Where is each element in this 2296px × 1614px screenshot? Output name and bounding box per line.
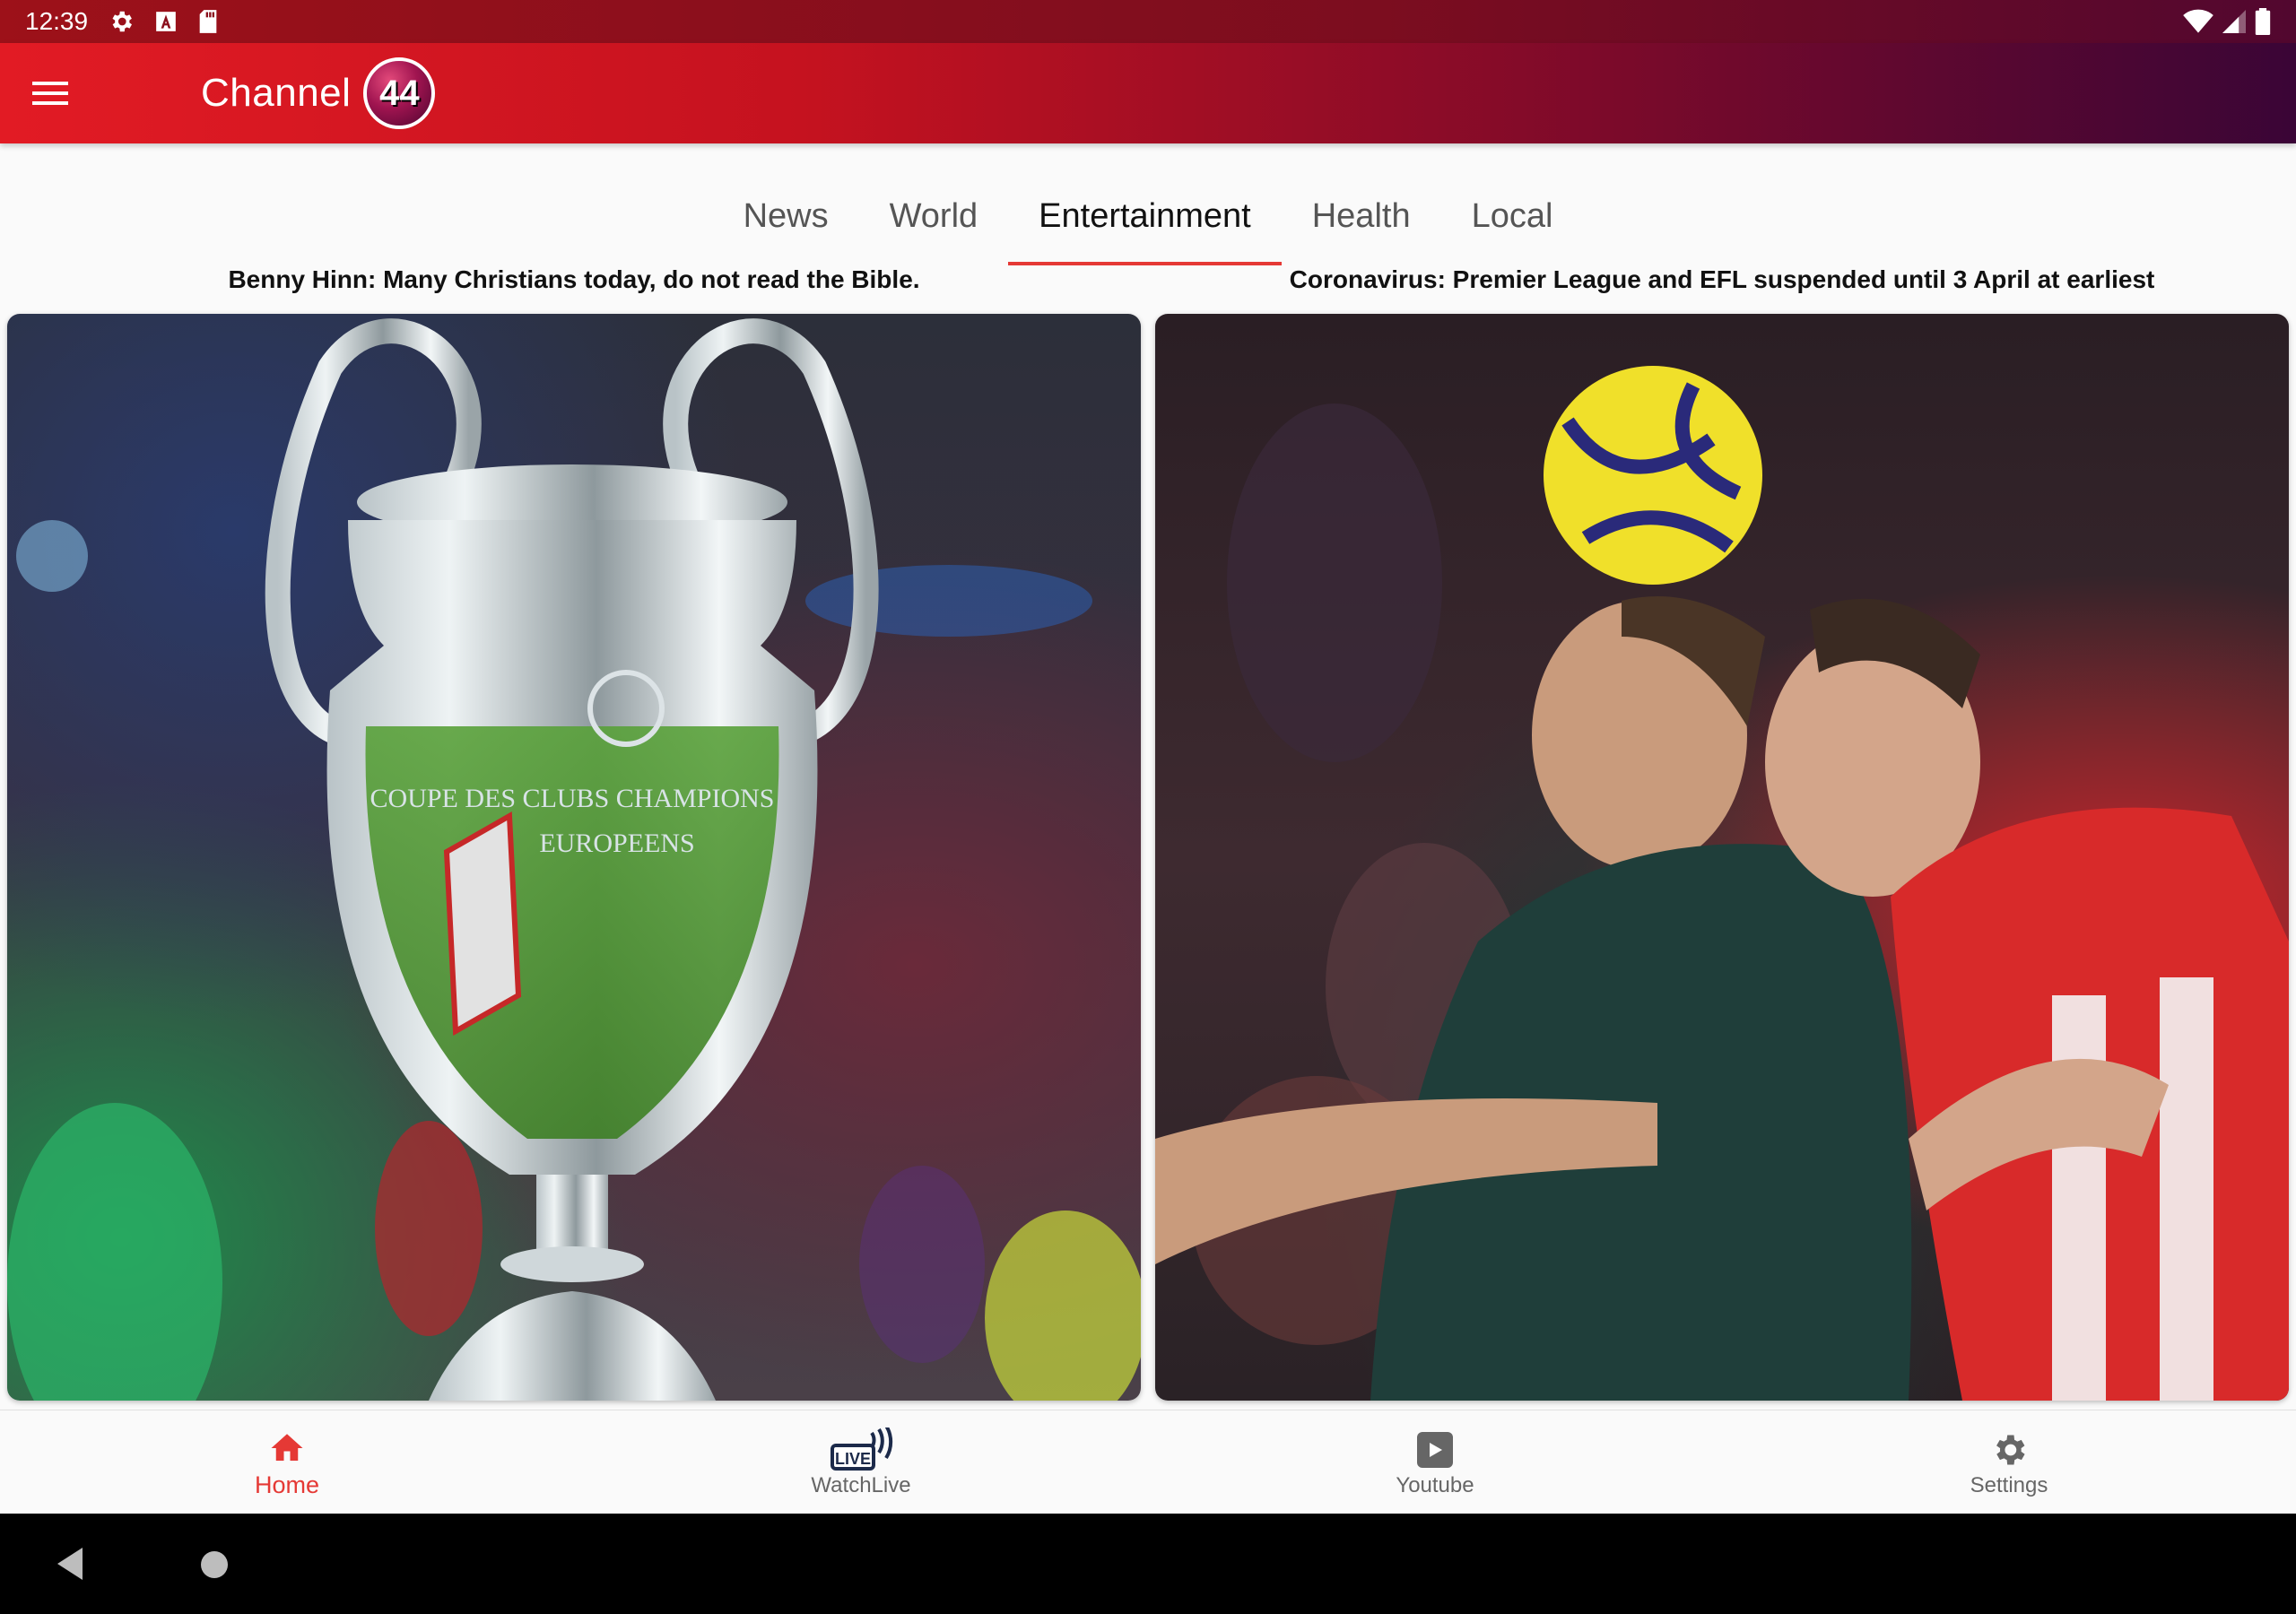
article-card-trophy[interactable]: COUPE DES CLUBS CHAMPIONS EUROPEENS xyxy=(7,314,1141,1401)
tab-world[interactable]: World xyxy=(859,179,1009,265)
bottom-navigation: Home LIVE WatchLive Youtube Settings xyxy=(0,1410,2296,1514)
status-time: 12:39 xyxy=(25,7,89,35)
brand: Channel 44 xyxy=(201,57,436,129)
article-headline[interactable]: Coronavirus: Premier League and EFL susp… xyxy=(1155,265,2289,301)
app-bar: Channel 44 xyxy=(0,43,2296,143)
article-headline[interactable]: Benny Hinn: Many Christians today, do no… xyxy=(7,265,1141,301)
nav-watchlive[interactable]: LIVE WatchLive xyxy=(574,1410,1148,1514)
live-broadcast-icon: LIVE xyxy=(829,1427,893,1473)
hamburger-menu-icon xyxy=(32,82,68,105)
category-tabs: News World Entertainment Health Local xyxy=(0,179,2296,265)
tab-news[interactable]: News xyxy=(713,179,859,265)
tab-local[interactable]: Local xyxy=(1441,179,1584,265)
status-left: 12:39 xyxy=(25,7,219,36)
hamburger-menu-button[interactable] xyxy=(0,43,100,143)
nav-home[interactable]: Home xyxy=(0,1410,574,1514)
nav-label: Home xyxy=(254,1471,320,1498)
nav-label: Youtube xyxy=(1396,1472,1474,1497)
status-bar: 12:39 xyxy=(0,0,2296,43)
tab-health[interactable]: Health xyxy=(1282,179,1441,265)
channel-logo: 44 xyxy=(363,57,436,129)
nav-label: Settings xyxy=(1970,1472,2048,1497)
article-card-football[interactable] xyxy=(1155,314,2289,1401)
trophy-engraving: EUROPEENS xyxy=(539,829,694,858)
status-right xyxy=(2183,8,2271,35)
app-title: Channel xyxy=(201,71,352,115)
wifi-icon xyxy=(2183,9,2213,34)
youtube-icon xyxy=(1413,1427,1457,1473)
trophy-engraving: COUPE DES CLUBS CHAMPIONS xyxy=(370,784,775,813)
home-icon xyxy=(268,1425,306,1471)
gear-icon xyxy=(108,8,135,35)
battery-icon xyxy=(2255,8,2271,35)
home-circle-icon[interactable] xyxy=(199,1549,230,1580)
tab-entertainment[interactable]: Entertainment xyxy=(1008,179,1282,265)
sd-card-icon xyxy=(197,9,219,34)
signal-icon xyxy=(2222,9,2246,34)
back-icon[interactable] xyxy=(54,1546,86,1582)
live-badge-text: LIVE xyxy=(835,1450,871,1468)
system-navigation-bar xyxy=(0,1514,2296,1614)
nav-youtube[interactable]: Youtube xyxy=(1148,1410,1722,1514)
a-box-icon xyxy=(154,10,178,33)
nav-settings[interactable]: Settings xyxy=(1722,1410,2296,1514)
nav-label: WatchLive xyxy=(811,1472,911,1497)
settings-gear-icon xyxy=(1989,1427,2029,1473)
football-header-photo xyxy=(1155,366,2289,1401)
trophy-photo: COUPE DES CLUBS CHAMPIONS EUROPEENS xyxy=(7,318,1141,1401)
